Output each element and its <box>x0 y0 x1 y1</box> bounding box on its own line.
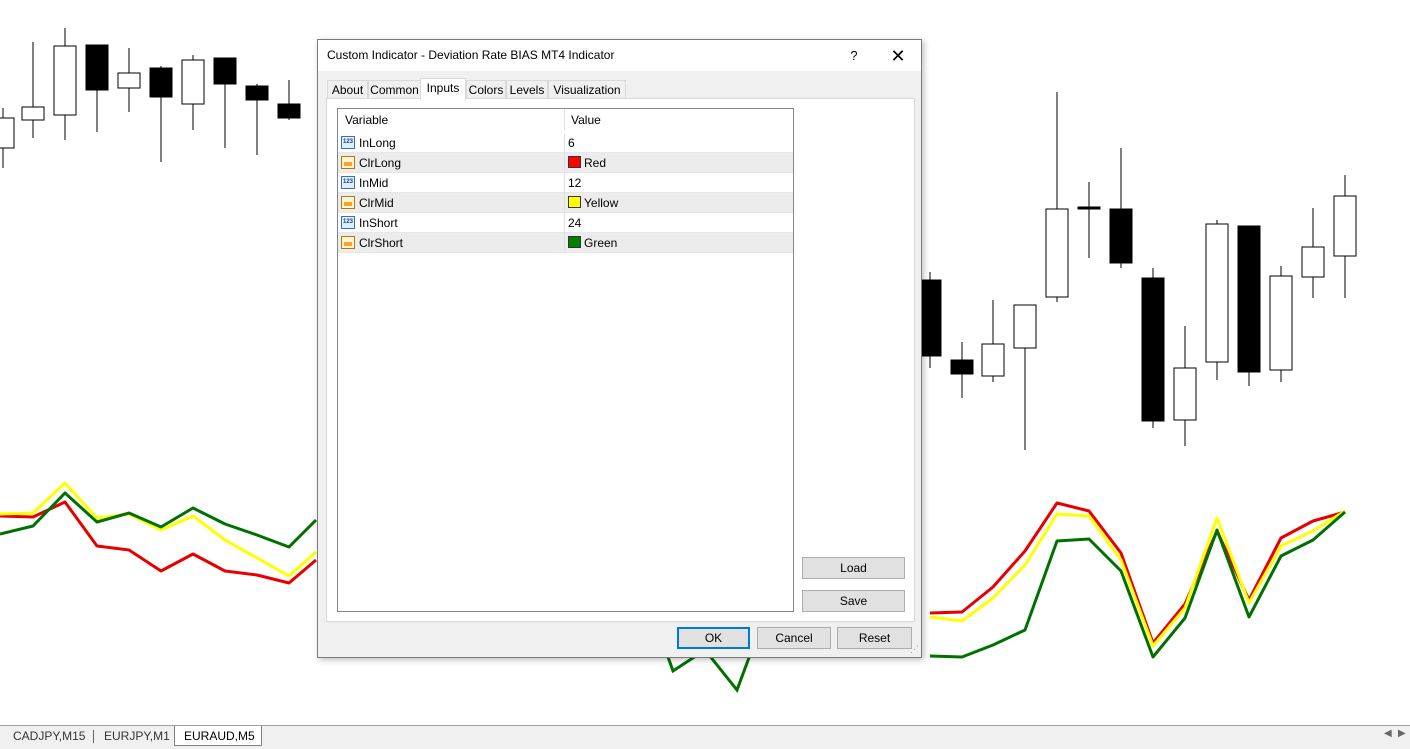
dialog-titlebar[interactable]: Custom Indicator - Deviation Rate BIAS M… <box>318 40 921 71</box>
candlestick <box>1333 195 1357 257</box>
column-header-variable[interactable]: Variable <box>338 109 564 131</box>
cell-divider <box>564 153 565 173</box>
color-swatch[interactable] <box>568 196 581 208</box>
candlestick <box>117 72 141 89</box>
cell-divider <box>564 233 565 253</box>
candlestick <box>149 67 173 98</box>
chart-tab-euraud[interactable]: EURAUD,M5 <box>174 726 262 746</box>
variable-name: ClrMid <box>359 196 394 210</box>
cell-divider <box>564 213 565 233</box>
variable-name: InLong <box>359 136 396 150</box>
color-icon <box>341 156 355 169</box>
candlestick <box>1269 275 1293 371</box>
candlestick <box>1205 223 1229 363</box>
cell-divider <box>564 173 565 193</box>
scroll-left-icon[interactable]: ◀ <box>1384 728 1392 739</box>
variable-name: InMid <box>359 176 389 190</box>
tab-inputs[interactable]: Inputs <box>420 78 466 100</box>
help-button[interactable]: ? <box>834 43 874 69</box>
color-swatch[interactable] <box>568 236 581 248</box>
variable-value[interactable]: Yellow <box>584 196 618 210</box>
variable-value[interactable]: Green <box>584 236 617 250</box>
inputs-grid: Variable Value 123 InLong 6 ClrLong Red 123 In… <box>337 108 794 612</box>
candlestick <box>0 117 15 149</box>
candlestick <box>1141 277 1165 422</box>
bias-line <box>0 481 317 578</box>
candlestick <box>918 279 942 357</box>
chart-tab-bar: CADJPY,M15 EURJPY,M1 EURAUD,M5 ◀ ▶ <box>0 725 1410 749</box>
tab-separator <box>93 730 94 743</box>
candlestick <box>1045 208 1069 298</box>
bias-line <box>929 509 1346 648</box>
candlestick <box>981 343 1005 377</box>
tab-about[interactable]: About <box>327 80 368 99</box>
load-button[interactable]: Load <box>802 557 905 579</box>
tab-common[interactable]: Common <box>368 80 421 99</box>
candlestick <box>1077 206 1101 210</box>
candlestick <box>1237 225 1261 373</box>
candlestick <box>950 359 974 375</box>
tab-visualization[interactable]: Visualization <box>548 80 626 99</box>
color-icon <box>341 236 355 249</box>
scroll-right-icon[interactable]: ▶ <box>1398 728 1406 739</box>
candlestick <box>53 45 77 116</box>
table-row[interactable]: ClrLong Red <box>338 153 793 173</box>
table-row[interactable]: 123 InShort 24 <box>338 213 793 233</box>
integer-icon: 123 <box>341 136 355 149</box>
variable-name: ClrShort <box>359 236 404 250</box>
variable-value[interactable]: 6 <box>568 136 575 150</box>
ok-button[interactable]: OK <box>677 627 750 649</box>
variable-name: ClrLong <box>359 156 402 170</box>
resize-grip-icon[interactable]: ⋰ <box>910 644 919 655</box>
bias-line <box>0 500 317 585</box>
candlestick <box>213 57 237 85</box>
close-icon[interactable]: ✕ <box>878 43 918 69</box>
color-icon <box>341 196 355 209</box>
cancel-button[interactable]: Cancel <box>757 627 831 649</box>
bias-line <box>929 501 1346 645</box>
candlestick <box>21 106 45 121</box>
chart-tab-eurjpy[interactable]: EURJPY,M1 <box>95 726 179 746</box>
table-row[interactable]: 123 InMid 12 <box>338 173 793 193</box>
column-header-value[interactable]: Value <box>564 109 793 131</box>
variable-value[interactable]: 12 <box>568 176 581 190</box>
tab-levels[interactable]: Levels <box>506 80 548 99</box>
dialog-title: Custom Indicator - Deviation Rate BIAS M… <box>327 48 615 62</box>
cell-divider <box>564 133 565 153</box>
reset-button[interactable]: Reset <box>837 627 912 649</box>
color-swatch[interactable] <box>568 156 581 168</box>
table-row[interactable]: ClrShort Green <box>338 233 793 253</box>
variable-name: InShort <box>359 216 398 230</box>
variable-value[interactable]: Red <box>584 156 606 170</box>
candlestick <box>1013 304 1037 349</box>
variable-value[interactable]: 24 <box>568 216 581 230</box>
chart-tab-cadjpy[interactable]: CADJPY,M15 <box>4 726 94 746</box>
candlestick <box>181 59 205 105</box>
bias-line <box>929 510 1346 659</box>
cell-divider <box>564 193 565 213</box>
candlestick <box>1109 208 1133 264</box>
integer-icon: 123 <box>341 216 355 229</box>
candlestick <box>1301 246 1325 278</box>
integer-icon: 123 <box>341 176 355 189</box>
candlestick <box>85 44 109 91</box>
custom-indicator-dialog: Custom Indicator - Deviation Rate BIAS M… <box>317 39 922 658</box>
inputs-panel: Variable Value 123 InLong 6 ClrLong Red 123 In… <box>326 98 915 622</box>
grid-header: Variable Value <box>338 109 793 131</box>
tab-colors[interactable]: Colors <box>466 80 506 99</box>
save-button[interactable]: Save <box>802 590 905 612</box>
candlestick <box>245 85 269 101</box>
table-row[interactable]: 123 InLong 6 <box>338 133 793 153</box>
candlestick <box>1173 367 1197 421</box>
table-row[interactable]: ClrMid Yellow <box>338 193 793 213</box>
candlestick <box>277 103 301 119</box>
